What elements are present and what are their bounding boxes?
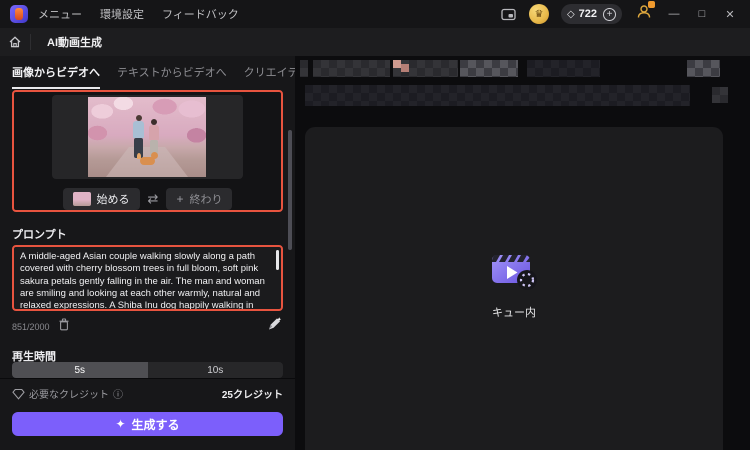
censored-block (300, 60, 308, 77)
switch-screen-icon[interactable] (501, 8, 516, 21)
censored-block (313, 60, 390, 77)
clear-prompt-icon[interactable] (58, 318, 70, 336)
start-frame-thumbnail (72, 192, 91, 206)
menu-item-menu[interactable]: メニュー (38, 6, 82, 22)
crown-icon: ♛ (534, 8, 544, 20)
duration-segmented-control: 5s 10s (12, 362, 283, 378)
app-logo-flame (15, 8, 23, 20)
censored-bar (305, 85, 690, 106)
required-credits-row: 必要なクレジット ⓘ 25クレジット (12, 386, 283, 401)
credits-pill[interactable]: ◇ 722 + (560, 4, 622, 24)
photo-woman-head (151, 119, 157, 125)
sparkle-icon: ✦ (115, 417, 126, 431)
prompt-toolbar: 851/2000 (12, 316, 283, 337)
queue-card: キュー内 (305, 127, 723, 450)
end-frame-label: 終わり (189, 194, 223, 206)
duration-option-5s[interactable]: 5s (12, 362, 148, 378)
menu-item-feedback[interactable]: フィードバック (162, 6, 239, 22)
start-frame-button[interactable]: 始める (62, 188, 140, 210)
tab-text-to-video[interactable]: テキストからビデオへ (117, 64, 227, 89)
add-credits-icon[interactable]: + (603, 7, 616, 21)
home-button[interactable] (0, 28, 30, 56)
censored-block (460, 60, 518, 77)
censored-block (527, 60, 600, 77)
frame-buttons-row: 始める ⇄ + 終わり (14, 188, 281, 210)
menu-item-preferences[interactable]: 環境設定 (100, 6, 144, 22)
queue-status-label: キュー内 (492, 307, 536, 319)
app-logo-icon[interactable] (10, 5, 28, 23)
end-frame-button[interactable]: + 終わり (166, 188, 233, 210)
prompt-textarea[interactable]: A middle-aged Asian couple walking slowl… (12, 245, 283, 311)
gem-icon: ◇ (566, 8, 575, 20)
generation-settings-panel: 画像からビデオへ テキストからビデオへ クリエイティブエフェクト (0, 56, 375, 450)
panel-scrollbar[interactable] (288, 130, 292, 250)
minimize-button[interactable]: — (660, 0, 688, 28)
credits-value: 25クレジット (221, 390, 283, 401)
info-icon[interactable]: ⓘ (113, 386, 123, 401)
credits-count: 722 (578, 8, 597, 20)
character-counter: 851/2000 (12, 321, 50, 332)
ai-rewrite-icon[interactable] (266, 316, 283, 337)
duration-option-10s[interactable]: 10s (147, 362, 283, 378)
maximize-button[interactable]: □ (688, 0, 716, 28)
photo-dog-head (151, 152, 158, 159)
swap-frames-icon[interactable]: ⇄ (148, 191, 159, 207)
prompt-section-label: プロンプト (12, 229, 67, 241)
notification-badge (648, 1, 655, 8)
queue-panel: キュー内 (295, 56, 750, 450)
footer-divider (0, 378, 295, 379)
generate-button-label: 生成する (131, 417, 180, 432)
add-end-frame-icon: + (176, 192, 184, 206)
app-window: メニュー 環境設定 フィードバック ♛ ◇ 722 + — □ ✕ AI動画生成… (0, 0, 750, 450)
document-tab-bar: AI動画生成 (0, 28, 750, 56)
image-upload-area[interactable]: 始める ⇄ + 終わり (12, 90, 283, 212)
account-button[interactable] (636, 1, 655, 24)
generate-button[interactable]: ✦ 生成する (12, 412, 283, 436)
credit-gem-icon (12, 388, 25, 400)
close-button[interactable]: ✕ (716, 0, 744, 28)
tab-ai-video-generation[interactable]: AI動画生成 (31, 28, 118, 56)
censored-block (393, 60, 458, 77)
queue-clapperboard-icon (490, 249, 538, 296)
uploaded-image-preview[interactable] (88, 97, 206, 177)
title-bar: メニュー 環境設定 フィードバック ♛ ◇ 722 + — □ ✕ (0, 0, 750, 28)
tab-image-to-video[interactable]: 画像からビデオへ (12, 64, 100, 89)
start-frame-label: 始める (96, 194, 130, 206)
prompt-text: A middle-aged Asian couple walking slowl… (20, 251, 265, 311)
photo-man-head (136, 115, 142, 121)
censored-block (687, 60, 720, 77)
required-credits-label: 必要なクレジット (29, 390, 109, 401)
photo-woman (149, 125, 159, 140)
prompt-scrollbar[interactable] (276, 250, 279, 270)
user-avatar[interactable]: ♛ (528, 4, 549, 24)
censored-block (712, 87, 728, 103)
photo-man (133, 121, 144, 138)
